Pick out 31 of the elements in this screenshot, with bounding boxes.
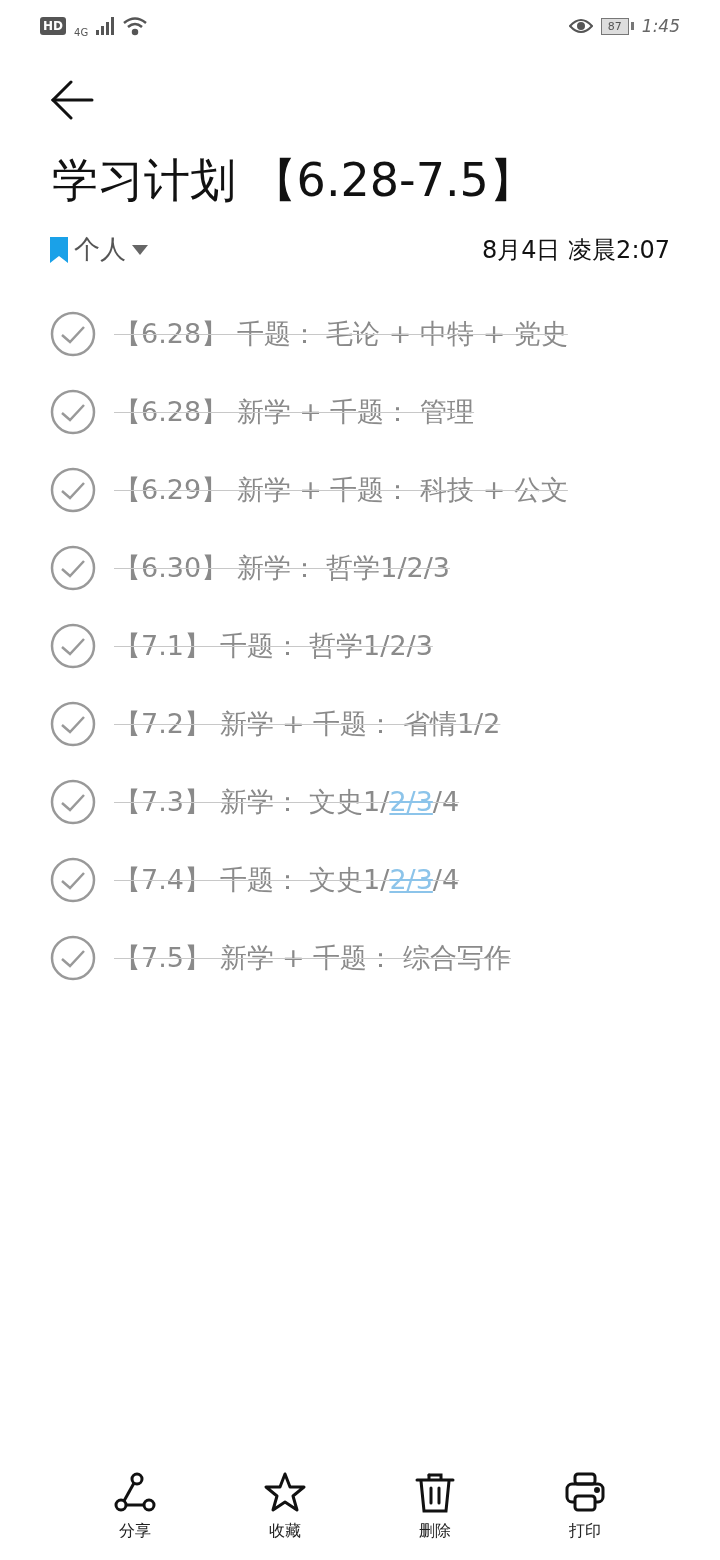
check-circle-icon[interactable] <box>50 311 96 357</box>
check-circle-icon[interactable] <box>50 389 96 435</box>
hd-icon: HD <box>40 17 66 35</box>
trash-icon <box>415 1473 455 1513</box>
network-label: 4G <box>74 26 89 38</box>
bookmark-icon <box>50 236 68 263</box>
clock-time: 1:45 <box>641 16 680 36</box>
check-circle-icon[interactable] <box>50 779 96 825</box>
star-icon <box>264 1472 306 1512</box>
check-circle-icon[interactable] <box>50 467 96 513</box>
eye-icon <box>568 18 593 34</box>
wifi-icon <box>122 16 149 36</box>
signal-icon <box>96 17 115 35</box>
check-circle-icon[interactable] <box>50 935 96 981</box>
note-date: 8月4日 凌晨2:07 <box>481 234 670 266</box>
check-circle-icon[interactable] <box>50 857 96 903</box>
task-text: 【7.1】 千题： 哲学1/2/3 <box>114 629 433 663</box>
caret-icon <box>132 244 148 255</box>
print-button[interactable]: 打印 <box>563 1471 607 1542</box>
share-icon <box>114 1472 156 1512</box>
task-text: 【7.4】 千题： 文史1/2/3/4 <box>114 863 460 897</box>
share-button[interactable]: 分享 <box>113 1471 157 1542</box>
check-circle-icon[interactable] <box>50 545 96 591</box>
note-title: 学习计划 【6.28-7.5】 <box>52 152 536 209</box>
delete-button[interactable]: 删除 <box>413 1471 457 1542</box>
check-circle-icon[interactable] <box>50 623 96 669</box>
printer-icon <box>565 1472 605 1512</box>
battery-indicator: 87 <box>600 17 634 35</box>
favorite-button[interactable]: 收藏 <box>263 1471 307 1542</box>
category-dropdown[interactable]: 个人 <box>50 232 148 267</box>
check-circle-icon[interactable] <box>50 701 96 747</box>
